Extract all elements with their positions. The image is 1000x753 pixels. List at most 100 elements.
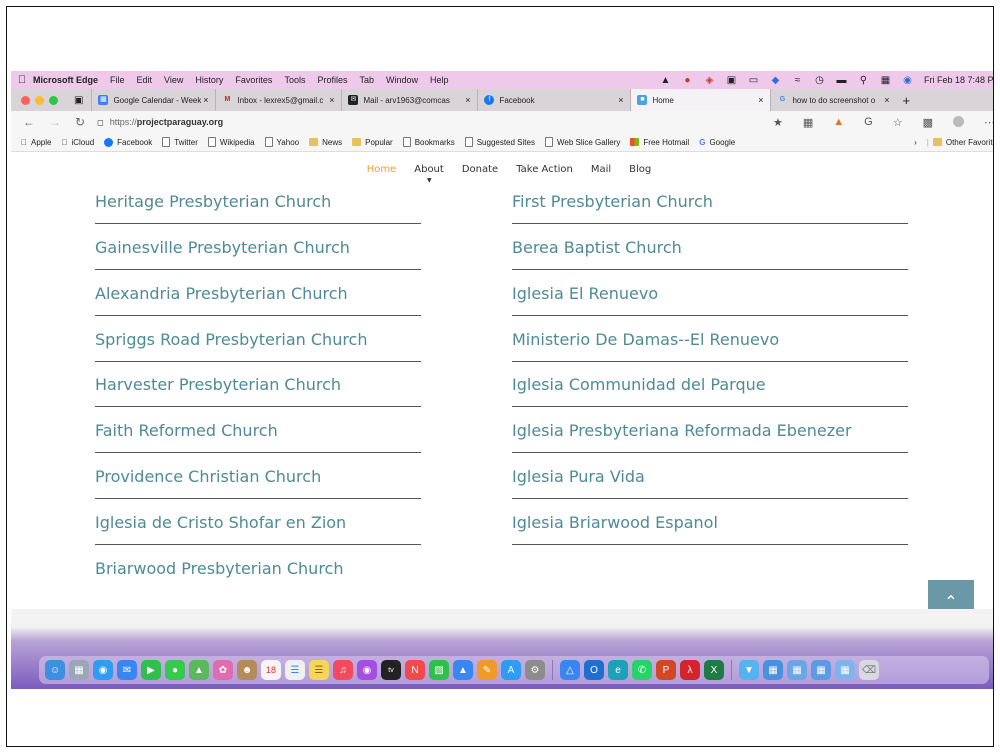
menu-file[interactable]: File — [110, 75, 125, 85]
edge-icon[interactable]: e — [608, 660, 628, 680]
menu-help[interactable]: Help — [430, 75, 449, 85]
tab-actions-icon[interactable]: ▣ — [74, 95, 83, 106]
wifi-icon[interactable]: ≈ — [792, 75, 803, 85]
favorite-twitter[interactable]: Twitter — [162, 137, 198, 147]
downloads-folder-icon[interactable]: ▼ — [739, 660, 759, 680]
screen-icon[interactable]: ▭ — [748, 75, 759, 85]
close-window-button[interactable] — [21, 95, 30, 105]
favorite-popular[interactable]: Popular — [352, 138, 393, 147]
control-center-icon[interactable]: ▦ — [880, 75, 891, 85]
news-icon[interactable]: N — [405, 660, 425, 680]
whatsapp-icon[interactable]: ✆ — [632, 660, 652, 680]
refresh-icon[interactable]: ↻ — [75, 115, 85, 129]
church-link[interactable]: Faith Reformed Church — [95, 421, 421, 453]
mail-icon[interactable]: ✉ — [117, 660, 137, 680]
status-icon[interactable]: ▲ — [660, 75, 671, 85]
keynote-icon[interactable]: ▲ — [453, 660, 473, 680]
minimize-window-button[interactable] — [35, 95, 44, 105]
status-icon[interactable]: ◆ — [770, 75, 781, 85]
app-store-icon[interactable]: A — [501, 660, 521, 680]
favorite-yahoo[interactable]: Yahoo — [264, 137, 299, 147]
messages-icon[interactable]: ● — [165, 660, 185, 680]
finder-icon[interactable]: ☺ — [45, 660, 65, 680]
stack-icon[interactable]: ▦ — [763, 660, 783, 680]
stack-icon[interactable]: ▦ — [811, 660, 831, 680]
apple-tv-icon[interactable]: tv — [381, 660, 401, 680]
favorite-apple[interactable]: Apple — [21, 138, 51, 147]
powerpoint-icon[interactable]: P — [656, 660, 676, 680]
nav-blog[interactable]: Blog — [629, 164, 651, 175]
numbers-icon[interactable]: ▧ — [429, 660, 449, 680]
profile-avatar[interactable] — [953, 115, 964, 127]
zoom-window-button[interactable] — [49, 95, 58, 105]
extension-icon[interactable]: ▦ — [803, 116, 813, 129]
new-tab-button[interactable]: + — [902, 93, 910, 108]
more-favorites-chevron-icon[interactable]: › — [914, 138, 917, 147]
metamask-fox-icon[interactable]: ▲ — [833, 116, 844, 129]
church-link[interactable]: Providence Christian Church — [95, 467, 421, 499]
search-icon[interactable]: ⚲ — [858, 75, 869, 85]
facetime-icon[interactable]: ▶ — [141, 660, 161, 680]
church-link[interactable]: Iglesia El Renuevo — [512, 284, 908, 316]
clock-icon[interactable]: ◷ — [814, 75, 825, 85]
church-link[interactable]: Spriggs Road Presbyterian Church — [95, 330, 421, 362]
stack-icon[interactable]: ▦ — [787, 660, 807, 680]
calendar-icon[interactable]: 18 — [261, 660, 281, 680]
church-link[interactable]: Briarwood Presbyterian Church — [95, 559, 421, 590]
favorite-web-slice-gallery[interactable]: Web Slice Gallery — [544, 137, 620, 147]
favorites-star-icon[interactable]: ☆ — [893, 116, 903, 129]
church-link[interactable]: Iglesia Communidad del Parque — [512, 375, 908, 407]
forward-arrow-icon[interactable]: → — [49, 115, 61, 129]
menu-history[interactable]: History — [195, 75, 223, 85]
tab-gmail-inbox[interactable]: M Inbox - lexrex5@gmail.c × — [215, 89, 341, 111]
extension-g-icon[interactable]: G — [864, 116, 873, 129]
church-link[interactable]: Iglesia Presbyteriana Reformada Ebenezer — [512, 421, 908, 453]
podcasts-icon[interactable]: ◉ — [357, 660, 377, 680]
church-link[interactable]: Iglesia Pura Vida — [512, 467, 908, 499]
launchpad-icon[interactable]: ▦ — [69, 660, 89, 680]
favorite-google[interactable]: G Google — [699, 138, 735, 147]
menu-edit[interactable]: Edit — [137, 75, 153, 85]
church-link[interactable]: Berea Baptist Church — [512, 238, 908, 270]
tab-home-active[interactable]: ■ Home × — [630, 89, 771, 111]
close-tab-icon[interactable]: × — [758, 95, 763, 105]
nav-home[interactable]: Home — [367, 164, 397, 175]
menu-window[interactable]: Window — [386, 75, 418, 85]
church-link[interactable]: Alexandria Presbyterian Church — [95, 284, 421, 316]
screen-time-icon[interactable]: △ — [560, 660, 580, 680]
app-menu-name[interactable]: Microsoft Edge — [33, 75, 98, 85]
menu-profiles[interactable]: Profiles — [317, 75, 347, 85]
contacts-icon[interactable]: ☻ — [237, 660, 257, 680]
url-field[interactable]: ◻ https://projectparaguay.org — [97, 117, 223, 127]
outlook-icon[interactable]: O — [584, 660, 604, 680]
close-tab-icon[interactable]: × — [618, 95, 623, 105]
pages-icon[interactable]: ✎ — [477, 660, 497, 680]
church-link[interactable]: Ministerio De Damas--El Renuevo — [512, 330, 908, 362]
notes-icon[interactable]: ☰ — [309, 660, 329, 680]
nav-mail[interactable]: Mail — [591, 164, 611, 175]
favorite-facebook[interactable]: Facebook — [104, 137, 152, 147]
photos-icon[interactable]: ✿ — [213, 660, 233, 680]
menu-tools[interactable]: Tools — [284, 75, 305, 85]
church-link[interactable]: Harvester Presbyterian Church — [95, 375, 421, 407]
read-aloud-icon[interactable]: ★ — [773, 116, 783, 129]
church-link[interactable]: Gainesville Presbyterian Church — [95, 238, 421, 270]
favorite-suggested-sites[interactable]: Suggested Sites — [464, 137, 535, 147]
excel-icon[interactable]: X — [704, 660, 724, 680]
tab-comcast-mail[interactable]: ✉ Mail - arv1963@comcas × — [341, 89, 477, 111]
collections-icon[interactable]: ▩ — [923, 116, 933, 129]
favorite-bookmarks[interactable]: Bookmarks — [402, 137, 455, 147]
favorite-other-favorites[interactable]: | Other Favorites — [927, 138, 993, 147]
battery-icon[interactable]: ▬ — [836, 75, 847, 85]
stack-icon[interactable]: ▦ — [835, 660, 855, 680]
tab-google-calendar[interactable]: ▦ Google Calendar - Week × — [91, 89, 215, 111]
menu-favorites[interactable]: Favorites — [235, 75, 272, 85]
maps-icon[interactable]: ▲ — [189, 660, 209, 680]
more-options-icon[interactable]: ⋯ — [984, 116, 993, 129]
trash-icon[interactable]: ⌫ — [859, 660, 879, 680]
church-link[interactable]: Iglesia Briarwood Espanol — [512, 513, 908, 545]
church-link[interactable]: Heritage Presbyterian Church — [95, 192, 421, 224]
apple-menu-icon[interactable]:  — [11, 74, 33, 86]
reminders-icon[interactable]: ☰ — [285, 660, 305, 680]
favorite-wikipedia[interactable]: Wikipedia — [207, 137, 255, 147]
